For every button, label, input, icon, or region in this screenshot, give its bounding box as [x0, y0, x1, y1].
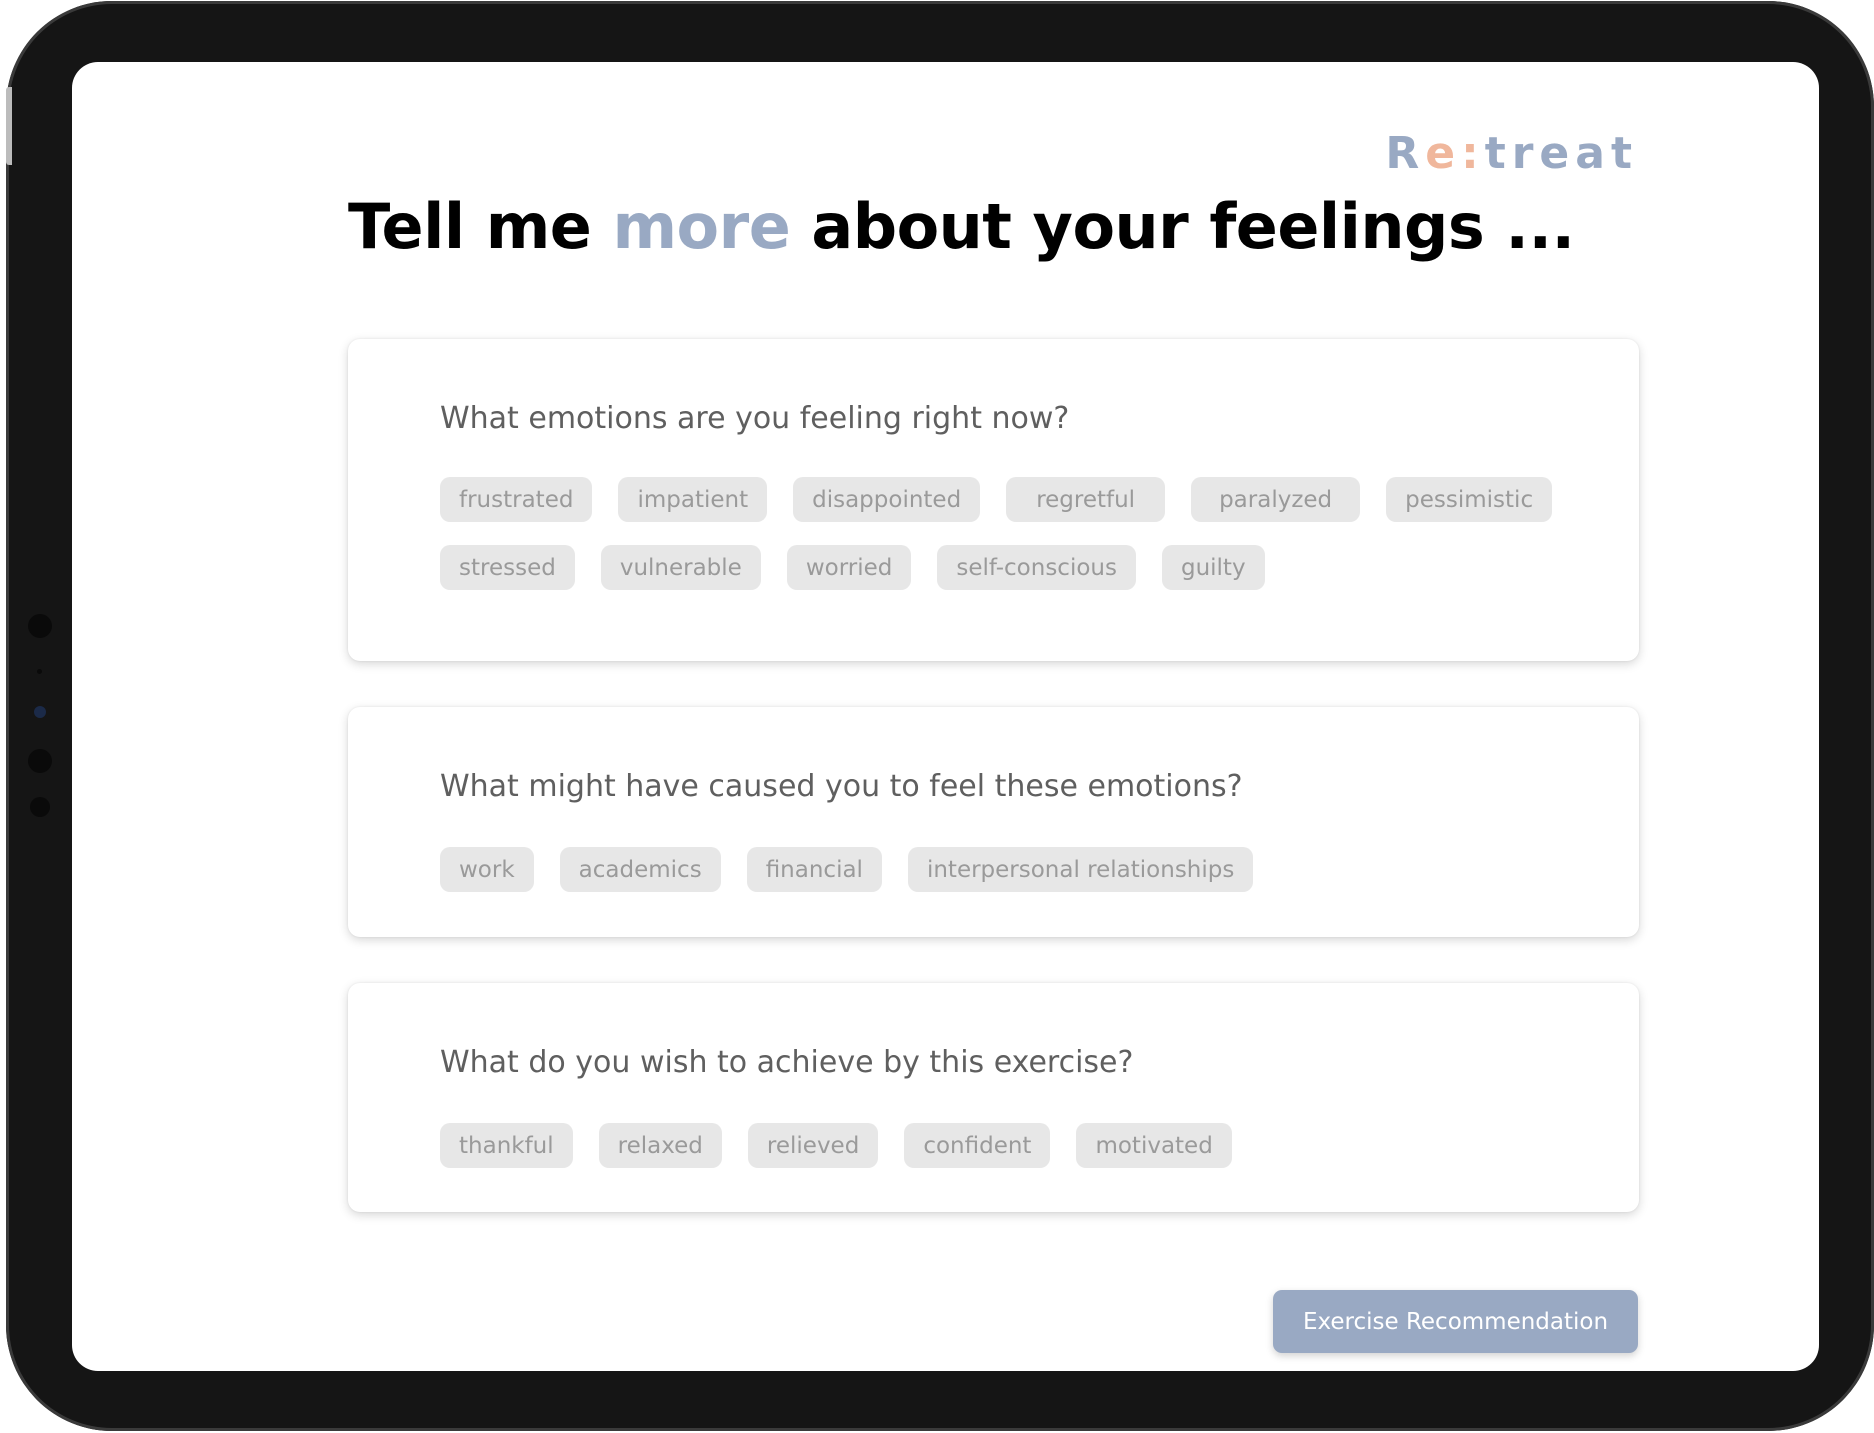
option-chip[interactable]: self-conscious [937, 545, 1136, 590]
cause-options: work academics financial interpersonal r… [440, 847, 1570, 892]
question-text: What might have caused you to feel these… [440, 769, 1243, 804]
sensor-dot [30, 797, 50, 817]
logo-text-end: treat [1484, 128, 1638, 179]
logo-text-start: R [1385, 128, 1426, 179]
option-chip[interactable]: worried [786, 545, 912, 590]
option-chip[interactable]: regretful [1006, 477, 1166, 522]
title-part1: Tell me [348, 190, 613, 263]
option-chip[interactable]: impatient [618, 477, 768, 522]
question-text: What emotions are you feeling right now? [440, 401, 1070, 436]
logo-text-accent: e: [1425, 128, 1485, 179]
option-chip[interactable]: paralyzed [1191, 477, 1361, 522]
page-title: Tell me more about your feelings ... [348, 190, 1575, 263]
goal-options: thankful relaxed relieved confident moti… [440, 1123, 1570, 1168]
question-text: What do you wish to achieve by this exer… [440, 1045, 1134, 1080]
option-chip[interactable]: guilty [1161, 545, 1265, 590]
emotions-card: What emotions are you feeling right now?… [348, 339, 1639, 661]
title-part2: about your feelings ... [790, 190, 1575, 263]
option-chip[interactable]: relaxed [598, 1123, 722, 1168]
exercise-recommendation-button[interactable]: Exercise Recommendation [1273, 1290, 1638, 1353]
option-chip[interactable]: vulnerable [600, 545, 761, 590]
option-chip[interactable]: motivated [1076, 1123, 1232, 1168]
option-chip[interactable]: relieved [747, 1123, 879, 1168]
option-chip[interactable]: interpersonal relationships [907, 847, 1254, 892]
sensor-dot [28, 614, 52, 638]
retreat-logo: Re:treat [1385, 128, 1638, 179]
option-chip[interactable]: stressed [440, 545, 575, 590]
sensor-dot [37, 669, 42, 674]
option-chip[interactable]: academics [559, 847, 721, 892]
option-chip[interactable]: disappointed [793, 477, 981, 522]
option-chip[interactable]: confident [904, 1123, 1051, 1168]
emotion-options: frustrated impatient disappointed regret… [440, 477, 1570, 590]
tablet-frame: Re:treat Tell me more about your feeling… [6, 1, 1874, 1431]
option-chip[interactable]: pessimistic [1386, 477, 1553, 522]
option-chip[interactable]: work [440, 847, 534, 892]
goals-card: What do you wish to achieve by this exer… [348, 983, 1639, 1212]
sensor-dot [28, 749, 52, 773]
option-chip[interactable]: thankful [440, 1123, 573, 1168]
option-chip[interactable]: financial [746, 847, 882, 892]
power-button [6, 87, 12, 165]
title-highlight: more [612, 190, 791, 263]
app-screen: Re:treat Tell me more about your feeling… [72, 62, 1819, 1371]
causes-card: What might have caused you to feel these… [348, 707, 1639, 937]
option-chip[interactable]: frustrated [440, 477, 593, 522]
camera-icon [34, 706, 46, 718]
